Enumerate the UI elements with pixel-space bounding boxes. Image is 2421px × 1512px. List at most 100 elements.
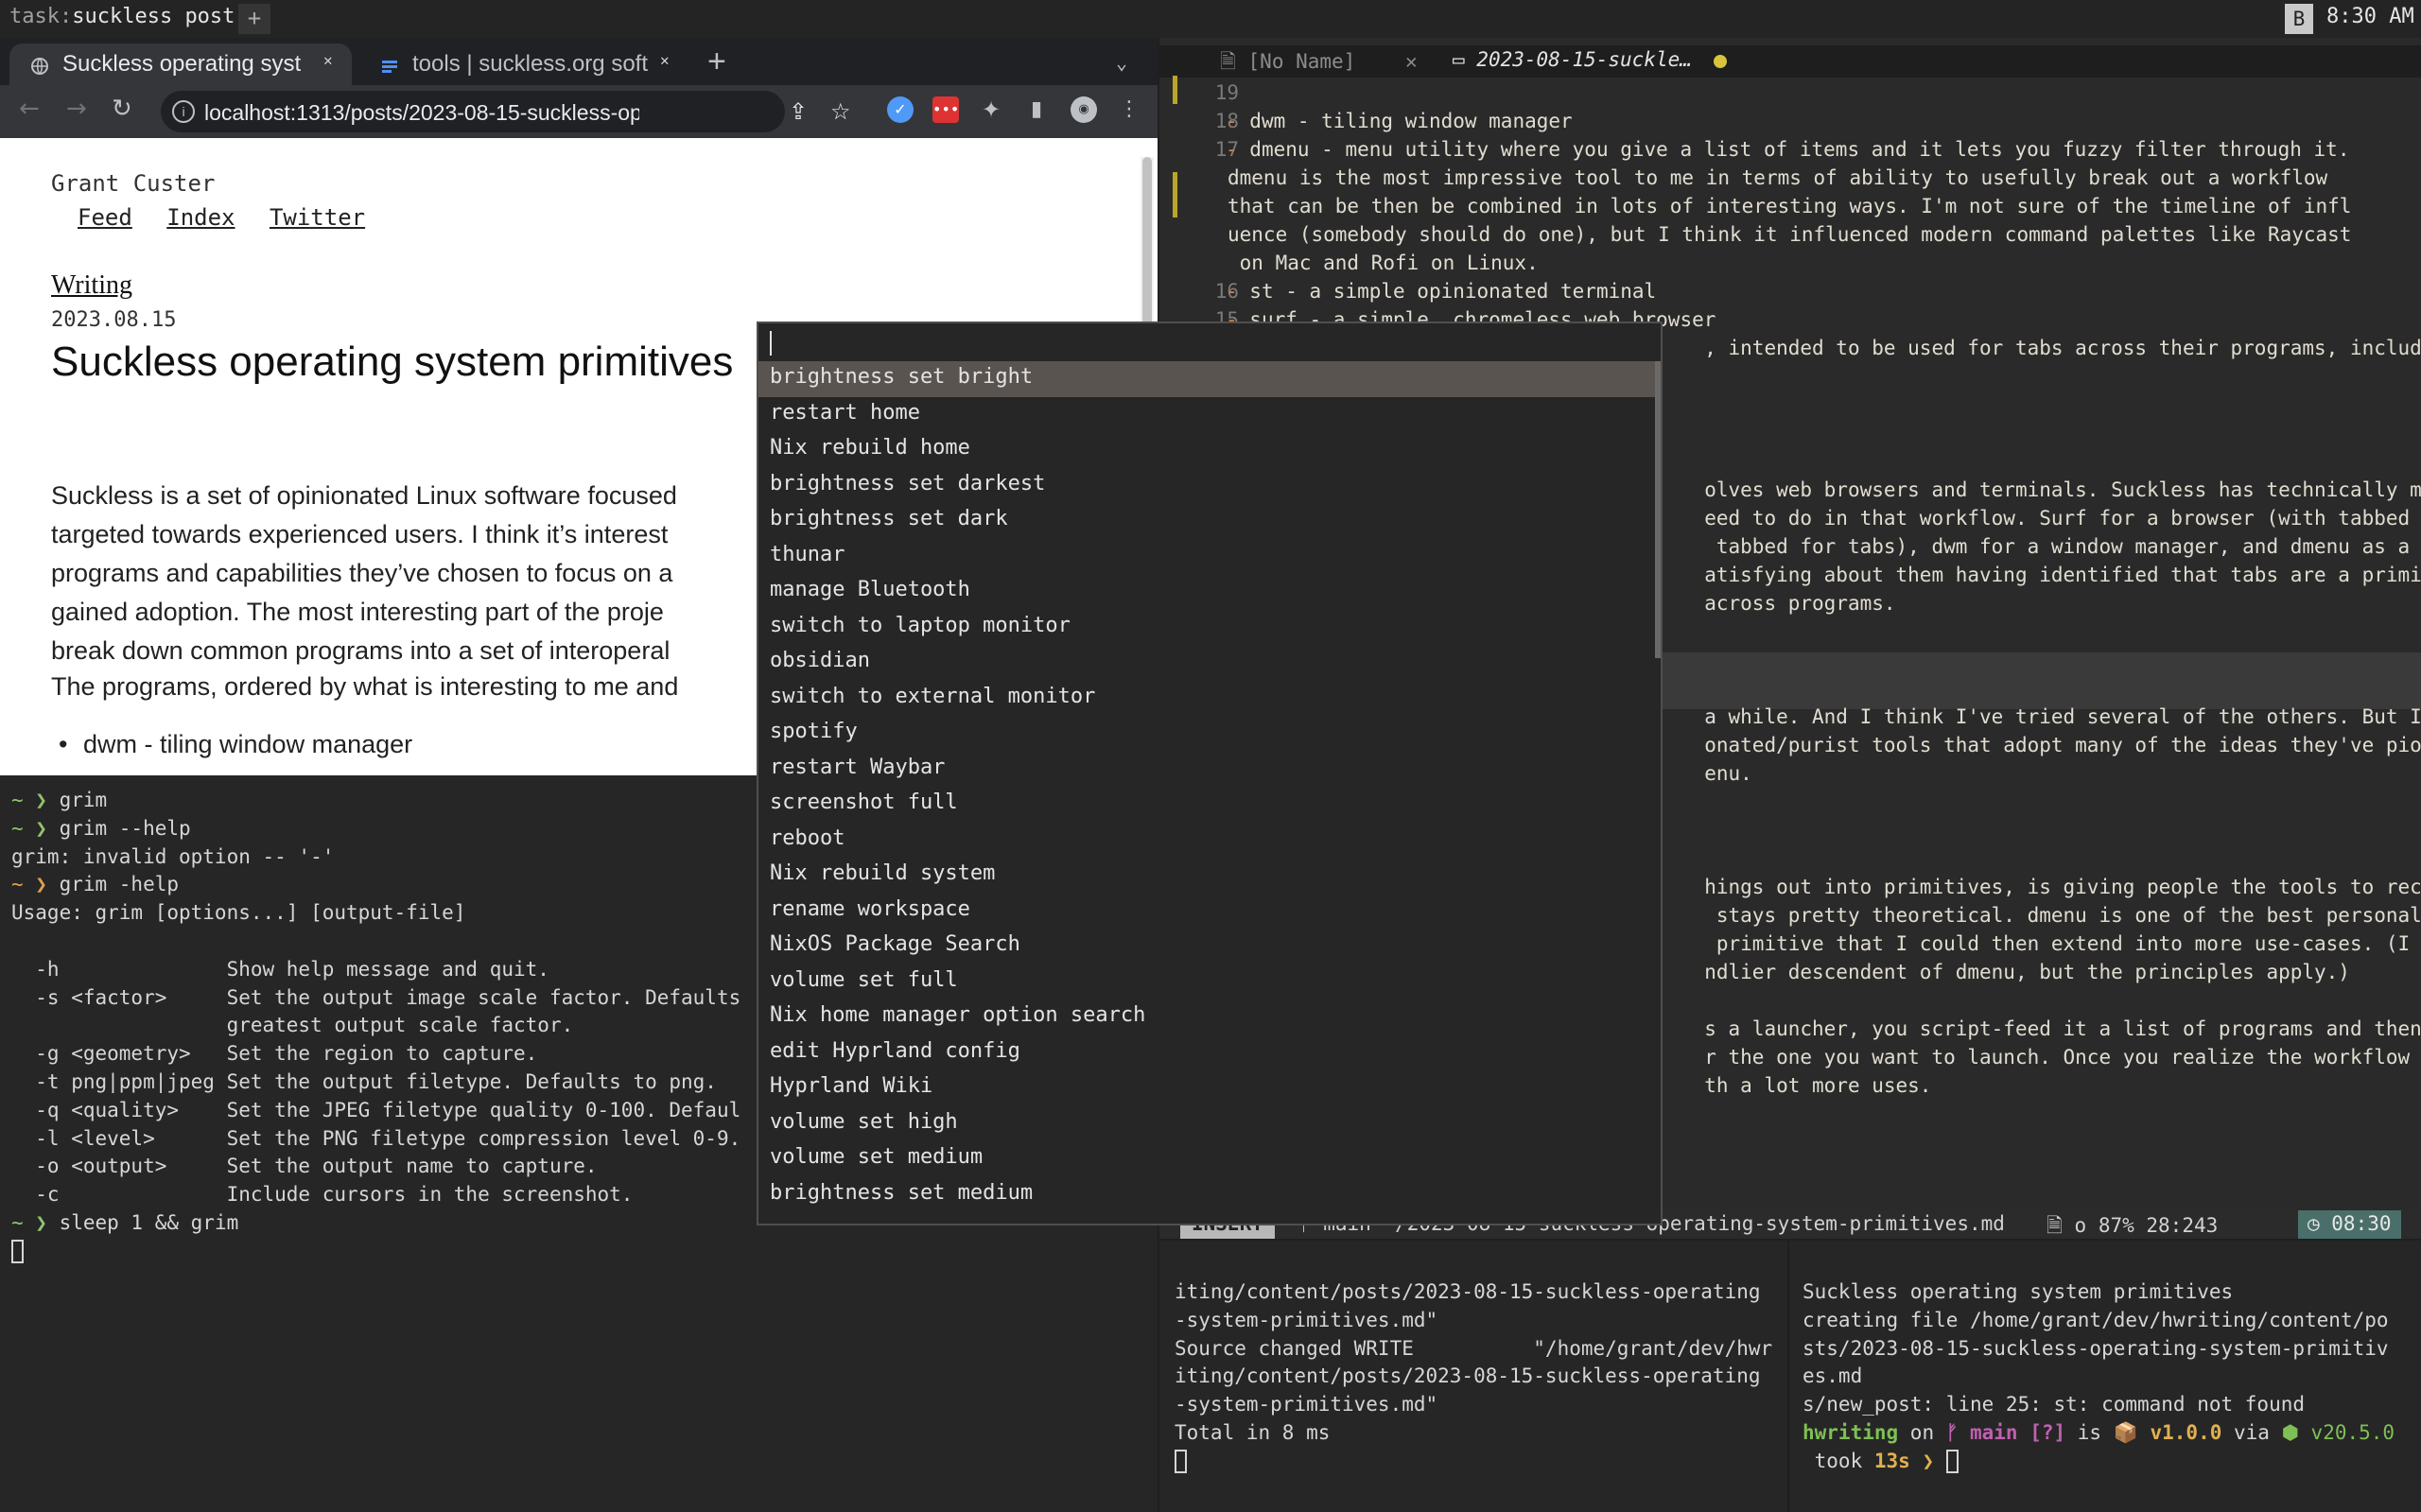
- terminal-output: Suckless operating system primitives crea…: [1803, 1278, 2421, 1419]
- launcher-scrollbar[interactable]: [1655, 361, 1661, 658]
- line-number: 19: [1214, 81, 1239, 104]
- launcher-search-input[interactable]: [758, 323, 1661, 361]
- browser-tab-strip: Suckless operating syst ✕ tools | suckle…: [0, 38, 1158, 85]
- terminal-line: Suckless operating system primitives: [1803, 1280, 2234, 1303]
- tab-search-chevron-icon[interactable]: ⌄: [1116, 51, 1127, 74]
- line-content: dmenu - menu utility where you give a li…: [1249, 138, 2350, 161]
- launcher-item[interactable]: restart home: [758, 397, 1661, 433]
- add-task-button[interactable]: +: [238, 4, 270, 34]
- bookmark-star-icon[interactable]: ☆: [830, 98, 851, 125]
- buffer-tab-markdown[interactable]: ▭ 2023-08-15-suckle…: [1453, 48, 1692, 71]
- nav-link-feed[interactable]: Feed: [78, 204, 132, 231]
- profile-avatar[interactable]: ◉: [1071, 96, 1097, 123]
- launcher-item[interactable]: Hyprland Wiki: [758, 1070, 1661, 1106]
- launcher-item[interactable]: Nix rebuild system: [758, 858, 1661, 894]
- task-label[interactable]: task:suckless post: [9, 5, 235, 28]
- editor-buffer-tabs: 🗎 [No Name] ✕ ▭ 2023-08-15-suckle…: [1159, 45, 2421, 78]
- terminal-text: -t png|ppm|jpeg Set the output filetype.…: [11, 1069, 717, 1093]
- launcher-item[interactable]: volume set full: [758, 965, 1661, 1000]
- launcher-item[interactable]: spotify: [758, 716, 1661, 752]
- browser-tab-active[interactable]: Suckless operating syst: [9, 43, 352, 85]
- launcher-item[interactable]: Nix rebuild home: [758, 432, 1661, 468]
- launcher-item[interactable]: brightness set darkest: [758, 468, 1661, 504]
- close-tab-icon[interactable]: ✕: [323, 51, 333, 69]
- launcher-item[interactable]: obsidian: [758, 645, 1661, 681]
- site-author[interactable]: Grant Custer: [51, 170, 215, 197]
- launcher-item[interactable]: switch to laptop monitor: [758, 610, 1661, 646]
- paragraph-line: break down common programs into a set of…: [51, 636, 671, 665]
- paragraph-line: gained adoption. The most interesting pa…: [51, 598, 664, 626]
- launcher-item[interactable]: volume set high: [758, 1106, 1661, 1142]
- nav-link-index[interactable]: Index: [166, 204, 235, 231]
- close-tab-icon[interactable]: ✕: [660, 51, 670, 69]
- forward-arrow-icon[interactable]: →: [66, 95, 87, 123]
- prompt-symbol: ~ ❯: [11, 873, 60, 896]
- post-paragraph: The programs, ordered by what is interes…: [51, 672, 679, 701]
- address-bar[interactable]: i localhost:1313/posts/2023-08-15-suckle…: [161, 91, 851, 132]
- more-menu-icon[interactable]: ⋮: [1116, 96, 1142, 123]
- reload-icon[interactable]: ↻: [112, 95, 132, 123]
- launcher-item[interactable]: edit Hyprland config: [758, 1035, 1661, 1071]
- launcher-item[interactable]: brightness set medium: [758, 1177, 1661, 1213]
- tab-title: tools | suckless.org soft: [412, 51, 648, 77]
- back-arrow-icon[interactable]: ←: [19, 95, 40, 123]
- nav-link-twitter[interactable]: Twitter: [270, 204, 365, 231]
- file-icon: 🗎: [1220, 50, 1248, 73]
- launcher-item-selected[interactable]: brightness set bright: [758, 361, 1661, 397]
- section-link-writing[interactable]: Writing: [51, 270, 132, 301]
- info-icon[interactable]: i: [172, 100, 195, 123]
- terminal-text: -o <output> Set the output name to captu…: [11, 1155, 598, 1178]
- terminal-line: Total in 8 ms: [1175, 1420, 1331, 1444]
- list-marker: -: [1226, 110, 1250, 132]
- globe-icon: [31, 58, 48, 75]
- launcher-item[interactable]: reboot: [758, 823, 1661, 859]
- browser-tab-tools[interactable]: tools | suckless.org soft: [359, 43, 688, 85]
- launcher-item[interactable]: switch to external monitor: [758, 681, 1661, 717]
- text-caret: [770, 331, 772, 356]
- launcher-item[interactable]: Nix home manager option search: [758, 999, 1661, 1035]
- terminal-text: grim: invalid option -- '-': [11, 844, 335, 868]
- terminal-line: -system-primitives.md": [1175, 1393, 1438, 1416]
- side-panel-icon[interactable]: ▮: [1023, 96, 1050, 123]
- app-launcher-menu[interactable]: brightness set bright restart home Nix reb…: [757, 322, 1663, 1225]
- shell-prompt-cont: took 13s ❯: [1803, 1448, 2421, 1476]
- prompt-symbol: ~ ❯: [11, 1210, 60, 1234]
- terminal-text: -l <level> Set the PNG filetype compress…: [11, 1126, 741, 1150]
- prompt-symbol: ~ ❯: [11, 789, 60, 811]
- terminal-cursor: [1175, 1450, 1187, 1474]
- puzzle-extensions-icon[interactable]: ✦: [978, 96, 1004, 123]
- launcher-item[interactable]: screenshot full: [758, 787, 1661, 823]
- line-text: on Mac and Rofi on Linux.: [1228, 252, 1539, 274]
- line-text: dmenu is the most impressive tool to me …: [1228, 166, 2327, 189]
- post-title: Suckless operating system primitives: [51, 339, 734, 385]
- launcher-item[interactable]: manage Bluetooth: [758, 574, 1661, 610]
- terminal-hugo-server[interactable]: iting/content/posts/2023-08-15-suckless-…: [1159, 1241, 1787, 1512]
- terminal-line: -system-primitives.md": [1175, 1308, 1438, 1331]
- share-icon[interactable]: ⇪: [789, 98, 808, 125]
- launcher-item[interactable]: rename workspace: [758, 894, 1661, 930]
- launcher-item[interactable]: NixOS Package Search: [758, 929, 1661, 965]
- docs-icon: [382, 61, 397, 73]
- extension-icon-red[interactable]: •••: [932, 96, 959, 123]
- top-status-bar: task:suckless post + B 8:30 AM: [0, 0, 2421, 38]
- terminal-new-post[interactable]: Suckless operating system primitives crea…: [1789, 1241, 2421, 1512]
- extension-icon-blue[interactable]: ✓: [887, 96, 914, 123]
- paragraph-line: programs and capabilities they’ve chosen…: [51, 559, 673, 587]
- launcher-item[interactable]: restart Waybar: [758, 752, 1661, 788]
- line-content: st - a simple opinionated terminal: [1249, 280, 1657, 303]
- line-text: - st - a simple opinionated terminal: [1226, 280, 1656, 303]
- line-content: on Mac and Rofi on Linux.: [1228, 252, 1539, 274]
- terminal-line: creating file /home/grant/dev/hwriting/c…: [1803, 1308, 2389, 1331]
- terminal-text: -h Show help message and quit.: [11, 957, 549, 981]
- url-text[interactable]: localhost:1313/posts/2023-08-15-suckless…: [204, 100, 639, 126]
- terminal-line: iting/content/posts/2023-08-15-suckless-…: [1175, 1364, 1761, 1388]
- close-buffer-icon[interactable]: ✕: [1405, 50, 1418, 73]
- launcher-item[interactable]: thunar: [758, 539, 1661, 575]
- clock: 8:30 AM: [2326, 5, 2414, 28]
- task-name: suckless post: [72, 5, 235, 28]
- launcher-item[interactable]: volume set medium: [758, 1141, 1661, 1177]
- launcher-item[interactable]: brightness set dark: [758, 503, 1661, 539]
- new-tab-button[interactable]: +: [707, 43, 726, 80]
- paragraph-line: targeted towards experienced users. I th…: [51, 520, 669, 548]
- workspace-badge[interactable]: B: [2285, 4, 2313, 34]
